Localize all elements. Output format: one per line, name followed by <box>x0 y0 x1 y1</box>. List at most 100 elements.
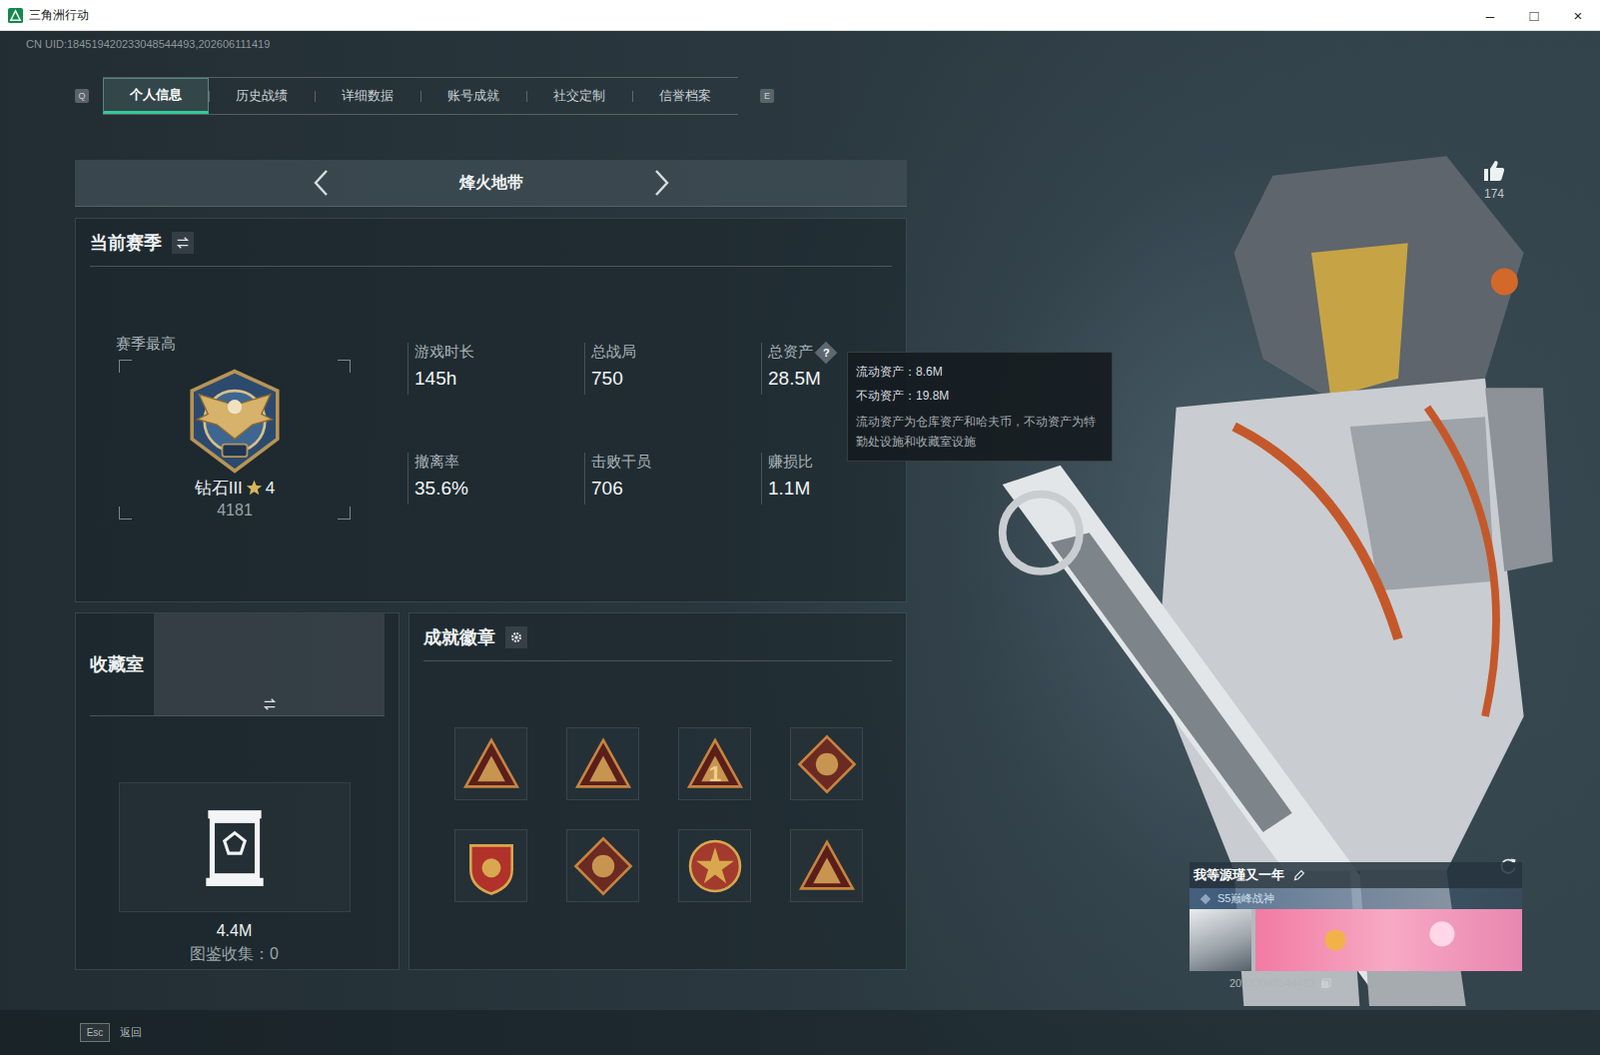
bottom-panels: 收藏室4.4M图鉴收集：0成就徽章1 <box>74 612 907 970</box>
uid-text: 20233048544493 <box>1229 976 1316 989</box>
window-control[interactable]: □ <box>1512 0 1557 30</box>
game-window: 三角洲行动 –□×CN UID:184519420233048544493,202… <box>0 0 1600 1055</box>
achievement-badge-icon <box>572 733 635 796</box>
stat-value: 706 <box>591 477 762 500</box>
frame-corner <box>118 506 132 520</box>
stat-label-text: 总战局 <box>591 342 637 362</box>
window-control[interactable]: – <box>1468 0 1513 30</box>
tab-label: 信誉档案 <box>659 86 712 105</box>
like-button[interactable]: 174 <box>1476 158 1513 201</box>
frame-corner <box>118 359 132 373</box>
badge-slot[interactable]: 1 <box>678 727 752 800</box>
stat-label-text: 总资产 <box>768 342 813 362</box>
tab[interactable]: 社交定制 <box>526 77 633 114</box>
badge-slot[interactable] <box>566 828 640 902</box>
tab[interactable]: 个人信息 <box>102 77 209 114</box>
swap-button[interactable] <box>153 613 385 716</box>
help-mark: ? <box>822 345 830 358</box>
collection-header: 收藏室 <box>89 613 385 717</box>
badge-slot[interactable] <box>678 828 752 902</box>
badges-header: 成就徽章 <box>423 613 892 662</box>
copy-icon[interactable] <box>1320 977 1332 989</box>
prev-tab-key[interactable]: Q <box>74 88 89 103</box>
footer-bar: Esc 返回 <box>0 1009 1600 1055</box>
badge-slot[interactable] <box>454 828 528 902</box>
tab-bar: Q 个人信息 历史战绩 详细数据 账号成就 社交定制 信誉档案 E <box>74 76 907 115</box>
stat-value: 35.6% <box>414 477 585 500</box>
assets-tooltip: 流动资产：8.6M不动资产：19.8M流动资产为仓库资产和哈夫币，不动资产为特勤… <box>846 351 1113 462</box>
stat-label: 总战局 <box>591 342 762 362</box>
chevron-right-icon[interactable] <box>651 167 672 198</box>
title-row: S5巅峰战神 <box>1189 887 1523 909</box>
gear-icon <box>509 630 524 645</box>
name-row: 我等源瑾又一年 <box>1189 861 1523 888</box>
stat-value: 750 <box>591 367 762 390</box>
badge-slot[interactable] <box>566 727 640 800</box>
player-name: 我等源瑾又一年 <box>1193 865 1285 884</box>
rank-score: 4181 <box>216 501 253 520</box>
best-label: 赛季最高 <box>115 334 356 354</box>
frame-corner <box>337 359 351 373</box>
rank-block: 赛季最高钻石III44181 <box>115 334 356 520</box>
tab[interactable]: 账号成就 <box>420 77 527 114</box>
avatar-image <box>1189 908 1252 971</box>
star-icon <box>245 479 263 497</box>
stat-label: 击败干员 <box>591 452 762 472</box>
swap-icon <box>262 697 277 712</box>
stat-label-text: 撤离率 <box>414 452 460 472</box>
rank-emblem-icon <box>179 367 290 475</box>
tab[interactable]: 详细数据 <box>314 77 421 114</box>
stat-cell: 总战局 750 <box>584 342 762 395</box>
rank-label: 钻石III <box>194 476 243 500</box>
swap-button[interactable] <box>171 231 194 254</box>
chevron-left-icon[interactable] <box>311 167 332 198</box>
badge-glyph: 1 <box>708 761 721 787</box>
badge-slot[interactable] <box>790 828 863 902</box>
frame-corner <box>337 506 351 520</box>
tab-label: 社交定制 <box>553 86 606 105</box>
badge-settings-button[interactable] <box>505 626 528 649</box>
badge-slot[interactable] <box>790 727 863 800</box>
like-count: 174 <box>1484 186 1505 201</box>
tab-label: 历史战绩 <box>235 86 288 105</box>
stat-label-text: 击败干员 <box>591 452 652 472</box>
stat-value: 145h <box>414 367 585 390</box>
tab[interactable]: 历史战绩 <box>208 77 315 114</box>
stat-cell: 游戏时长145h <box>407 342 585 395</box>
stat-label-text: 赚损比 <box>768 452 813 472</box>
card-uid: 20233048544493 <box>1189 976 1523 989</box>
tab-label: 详细数据 <box>341 86 394 105</box>
help-button[interactable]: ? <box>814 340 838 364</box>
tab[interactable]: 信誉档案 <box>632 77 739 114</box>
tab-label: 账号成就 <box>447 86 500 105</box>
esc-key[interactable]: Esc <box>79 1022 110 1042</box>
swap-icon <box>175 235 190 250</box>
window-title: 三角洲行动 <box>28 6 89 24</box>
badge-slot[interactable] <box>454 727 528 800</box>
badge-grid: 1 <box>454 727 906 902</box>
edit-icon[interactable] <box>1292 868 1306 882</box>
game-stage: CN UID:184519420233048544493,20260611141… <box>0 30 1600 1055</box>
back-label[interactable]: 返回 <box>119 1024 142 1040</box>
display-case-icon <box>201 805 268 888</box>
tooltip-line: 不动资产：19.8M <box>855 383 1104 408</box>
rank-frame: 钻石III44181 <box>118 359 351 520</box>
achievement-badge-icon <box>460 733 523 796</box>
app-logo-icon <box>7 7 23 23</box>
player-title: S5巅峰战神 <box>1217 890 1275 906</box>
tab-label: 个人信息 <box>129 85 182 104</box>
achievement-badge-icon <box>796 834 858 897</box>
collection-preview[interactable] <box>118 782 351 912</box>
next-tab-key[interactable]: E <box>760 88 775 103</box>
collection-value: 4.4M <box>69 921 399 940</box>
stat-cell: 击败干员 706 <box>584 452 762 505</box>
achievement-badge-icon <box>796 733 858 796</box>
window-control[interactable]: × <box>1556 0 1600 30</box>
achievement-badge-icon: 1 <box>684 733 747 796</box>
uid-line: CN UID:184519420233048544493,20260611141… <box>0 30 1600 57</box>
season-title: 当前赛季 <box>89 230 162 255</box>
tooltip-line: 流动资产：8.6M <box>855 359 1104 384</box>
achievement-badge-icon <box>460 834 523 897</box>
title-bar: 三角洲行动 –□× <box>0 0 1600 31</box>
title-emblem-icon <box>1199 892 1212 905</box>
